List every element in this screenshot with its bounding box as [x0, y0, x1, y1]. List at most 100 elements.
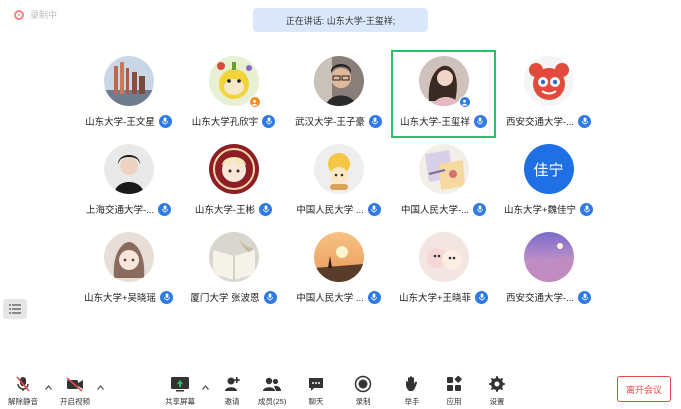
- participant-name-row: 西安交通大学-...: [505, 114, 592, 128]
- share-screen-button[interactable]: 共享屏幕: [165, 374, 195, 407]
- add-user-icon: [222, 374, 242, 394]
- raise-hand-label: 举手: [404, 397, 420, 406]
- mic-icon: [580, 202, 594, 216]
- participant-name: 上海交通大学-...: [85, 205, 155, 216]
- avatar-initials: 佳宁: [533, 161, 564, 179]
- members-button[interactable]: 成员(25): [258, 374, 286, 407]
- participant-name: 山东大学-王文星: [85, 117, 155, 128]
- hand-icon: [402, 374, 422, 394]
- text-avatar: 佳宁: [523, 144, 574, 194]
- participant-tile[interactable]: 山东大学孔欣宇: [181, 50, 286, 138]
- participant-tile[interactable]: 山东大学+王晓菲: [391, 226, 496, 314]
- chat-icon: [306, 374, 326, 394]
- chevron-up-icon: [201, 384, 209, 390]
- gear-icon: [487, 374, 507, 394]
- participant-name: 中国人民大学-...: [400, 205, 470, 216]
- cohost-badge-icon: [458, 96, 471, 108]
- red-cartoon-avatar: [523, 56, 574, 106]
- start-video-button[interactable]: 开启视频: [60, 374, 90, 407]
- participant-name: 山东大学+王晓菲: [398, 293, 472, 304]
- sunset-avatar: [313, 232, 364, 282]
- record-label: 录制: [355, 397, 371, 406]
- chat-button[interactable]: 聊天: [306, 374, 326, 407]
- sky-avatar: [523, 232, 574, 282]
- mic-icon: [259, 202, 273, 216]
- participant-name-row: 山东大学-王文星: [85, 114, 172, 128]
- participant-tile[interactable]: 中国人民大学 ...: [286, 226, 391, 314]
- participant-name-row: 山东大学孔欣宇: [192, 114, 276, 128]
- settings-button[interactable]: 设置: [487, 374, 507, 407]
- buildings-avatar: [103, 56, 154, 106]
- unmute-label: 解除静音: [8, 397, 38, 406]
- leave-meeting-button[interactable]: 离开会议: [617, 376, 671, 402]
- participant-name-row: 武汉大学-王子豪: [295, 114, 382, 128]
- participant-name-row: 中国人民大学 ...: [296, 290, 381, 304]
- record-button[interactable]: 录制: [353, 374, 373, 407]
- raise-hand-button[interactable]: 举手: [402, 374, 422, 407]
- apps-grid-icon: [444, 374, 464, 394]
- participant-name-row: 山东大学-王彬: [195, 202, 273, 216]
- apps-button[interactable]: 应用: [444, 374, 464, 407]
- participant-name: 山东大学+吴晓瑶: [83, 293, 157, 304]
- mic-icon: [263, 290, 277, 304]
- recording-indicator: 录制中: [14, 8, 57, 21]
- participant-name: 山东大学孔欣宇: [191, 117, 259, 128]
- participant-name: 西安交通大学-...: [505, 117, 575, 128]
- camera-off-icon: [65, 374, 85, 394]
- participant-tile[interactable]: 佳宁 山东大学+魏佳宁: [496, 138, 601, 226]
- participant-tile[interactable]: 武汉大学-王子豪: [286, 50, 391, 138]
- participant-tile[interactable]: 山东大学-王玺祥: [391, 50, 496, 138]
- mic-icon: [158, 114, 172, 128]
- mic-icon: [262, 114, 276, 128]
- settings-label: 设置: [489, 397, 505, 406]
- mic-icon: [368, 114, 382, 128]
- participant-tile[interactable]: 中国人民大学 ...: [286, 138, 391, 226]
- share-screen-icon: [170, 374, 190, 394]
- mic-icon: [473, 114, 487, 128]
- audio-options-caret[interactable]: [44, 383, 52, 391]
- mic-icon: [158, 202, 172, 216]
- participant-name-row: 山东大学+王晓菲: [398, 290, 489, 304]
- participant-tile[interactable]: 山东大学-王文星: [76, 50, 181, 138]
- woman-avatar: [418, 56, 471, 108]
- anime-seal-avatar: [208, 144, 259, 194]
- participant-name: 山东大学-王玺祥: [400, 117, 470, 128]
- recording-label: 录制中: [30, 10, 58, 20]
- participant-tile[interactable]: 上海交通大学-...: [76, 138, 181, 226]
- participant-tile[interactable]: 西安交通大学-...: [496, 50, 601, 138]
- mic-icon: [578, 114, 592, 128]
- record-dot-icon: [14, 9, 24, 20]
- participant-tile[interactable]: 西安交通大学-...: [496, 226, 601, 314]
- participant-name: 中国人民大学 ...: [296, 205, 364, 216]
- mic-icon: [367, 202, 381, 216]
- participant-tile[interactable]: 山东大学+吴晓瑶: [76, 226, 181, 314]
- chevron-up-icon: [96, 384, 104, 390]
- share-options-caret[interactable]: [201, 383, 209, 391]
- participant-grid: 山东大学-王文星 山东大学孔欣宇 武汉大学-王子豪 山东大学-王玺祥 西安交通大学-..…: [76, 50, 606, 314]
- participant-tile[interactable]: 厦门大学 张波恩: [181, 226, 286, 314]
- mic-icon: [367, 290, 381, 304]
- list-view-button[interactable]: [3, 299, 27, 319]
- mic-muted-icon: [13, 374, 33, 394]
- host-badge-icon: [248, 96, 261, 108]
- mic-icon: [475, 290, 489, 304]
- cartoon-avatar: [208, 56, 261, 108]
- start-video-label: 开启视频: [60, 397, 90, 406]
- invite-button[interactable]: 邀请: [222, 374, 242, 407]
- mic-icon: [160, 290, 174, 304]
- mic-icon: [473, 202, 487, 216]
- participant-name-row: 上海交通大学-...: [85, 202, 172, 216]
- book-avatar: [208, 232, 259, 282]
- record-icon: [353, 374, 373, 394]
- participant-tile[interactable]: 山东大学-王彬: [181, 138, 286, 226]
- participant-tile[interactable]: 中国人民大学-...: [391, 138, 496, 226]
- meeting-toolbar: 解除静音 开启视频 共享屏幕 邀请 成员(25) 聊天 录制 举手 应用 设置: [0, 366, 681, 409]
- chevron-up-icon: [44, 384, 52, 390]
- share-screen-label: 共享屏幕: [165, 397, 195, 406]
- man-avatar: [103, 144, 154, 194]
- unmute-button[interactable]: 解除静音: [8, 374, 38, 407]
- invite-label: 邀请: [224, 397, 240, 406]
- video-options-caret[interactable]: [96, 383, 104, 391]
- participant-name-row: 中国人民大学 ...: [296, 202, 381, 216]
- participant-name-row: 山东大学+吴晓瑶: [83, 290, 174, 304]
